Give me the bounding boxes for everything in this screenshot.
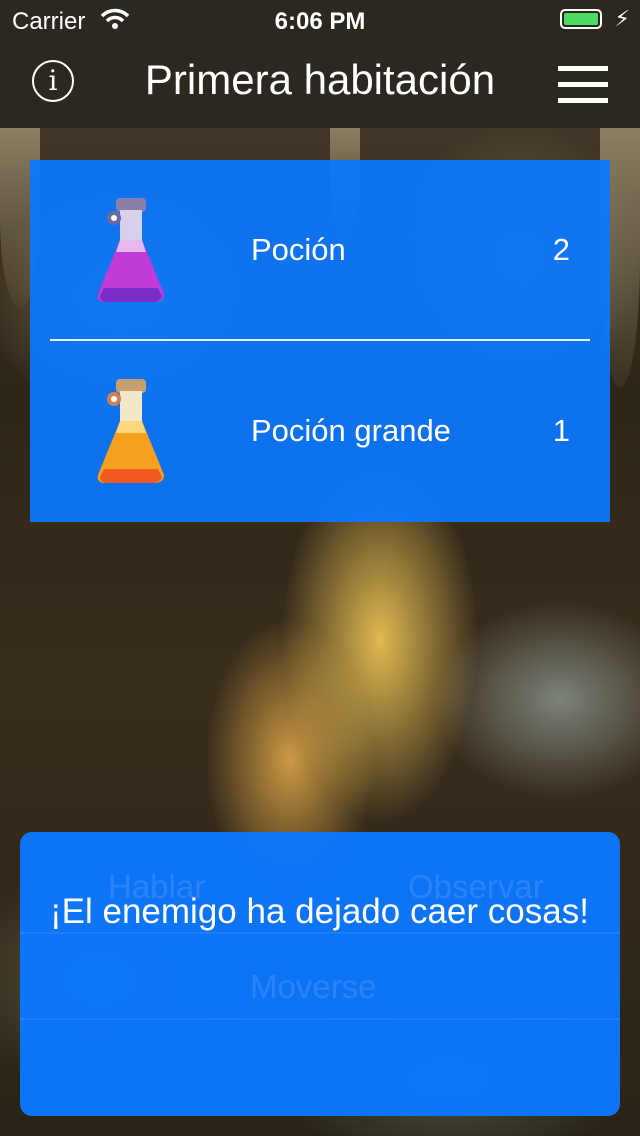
charging-icon: ⚡︎: [614, 6, 630, 31]
divider: [20, 1018, 620, 1020]
item-count: 2: [552, 232, 570, 267]
status-bar: Carrier 6:06 PM ⚡︎: [0, 0, 640, 40]
list-item[interactable]: Poción 2: [30, 160, 610, 340]
hamburger-menu-icon[interactable]: [558, 66, 608, 104]
battery-icon: [560, 9, 602, 29]
orange-potion-icon: [97, 379, 164, 483]
battery-fill: [564, 13, 598, 25]
purple-potion-icon: [97, 198, 164, 302]
page-title: Primera habitación: [144, 56, 496, 103]
item-count: 1: [552, 413, 570, 448]
message-text: ¡El enemigo ha dejado caer cosas!: [50, 892, 589, 931]
item-list: Poción 2 Poción grande 1: [30, 160, 610, 522]
item-name: Poción grande: [251, 413, 451, 448]
navigation-bar: i Primera habitación: [0, 40, 640, 128]
move-button: Moverse: [250, 968, 377, 1005]
message-dialog[interactable]: Hablar Observar Moverse ¡El enemigo ha d…: [20, 832, 620, 1116]
clock: 6:06 PM: [274, 8, 366, 35]
list-item[interactable]: Poción grande 1: [30, 341, 610, 521]
item-name: Poción: [251, 232, 346, 267]
